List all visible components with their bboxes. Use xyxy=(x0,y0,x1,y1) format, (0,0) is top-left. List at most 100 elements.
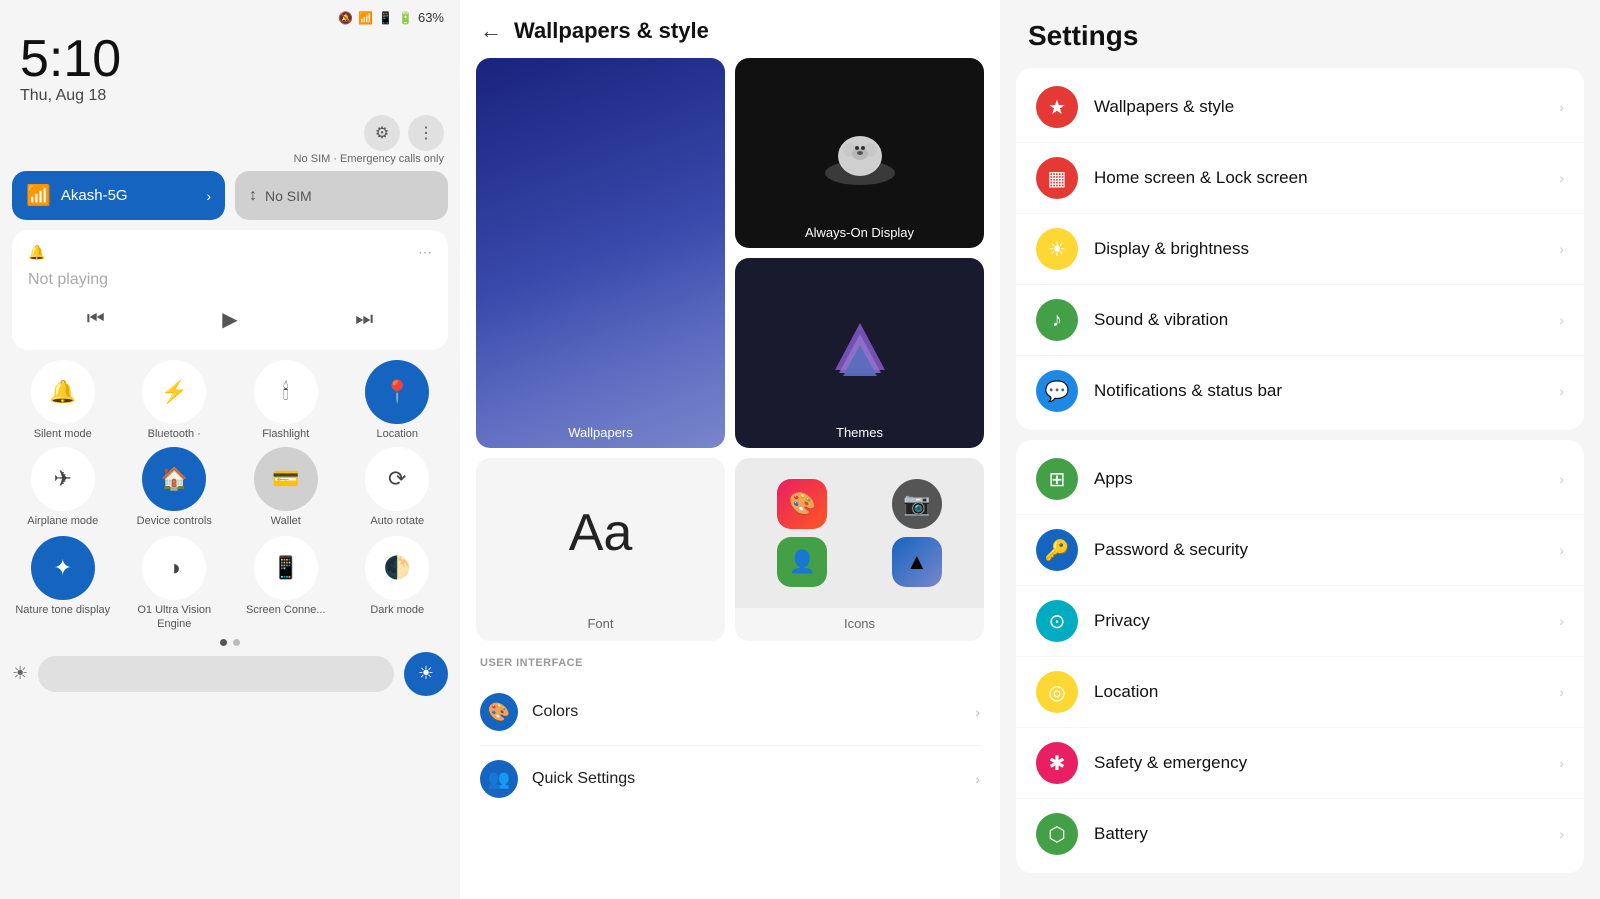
themes-card[interactable]: Themes xyxy=(735,258,984,448)
toggle-silent: 🔔 Silent mode xyxy=(10,360,116,441)
wallet-button[interactable]: 💳 xyxy=(254,447,318,511)
icons-card-label: Icons xyxy=(735,608,984,641)
settings-privacy-icon: ⊙ xyxy=(1036,600,1078,642)
brightness-low-icon: ☀ xyxy=(12,663,28,684)
settings-sound-item[interactable]: ♪ Sound & vibration › xyxy=(1016,285,1584,356)
brightness-row: ☀ ☀ xyxy=(12,652,448,696)
quicksettings-icon: 👥 xyxy=(480,760,518,798)
brightness-slider[interactable] xyxy=(38,656,394,692)
more-options-button[interactable]: ⋮ xyxy=(408,115,444,151)
toggle-device: 🏠 Device controls xyxy=(122,447,228,528)
media-play-button[interactable]: ▶ xyxy=(212,303,247,336)
colors-chevron-icon: › xyxy=(975,704,980,720)
user-interface-section: USER INTERFACE 🎨 Colors › 👥 Quick Settin… xyxy=(460,641,1000,820)
colors-icon-glyph: 🎨 xyxy=(488,702,510,723)
toggle-screenconn: 📱 Screen Conne... xyxy=(233,536,339,630)
naturetone-button[interactable]: ✦ xyxy=(31,536,95,600)
brightness-fill xyxy=(38,656,145,692)
brightness-settings-button[interactable]: ☀ xyxy=(404,652,448,696)
settings-battery-icon: ⬡ xyxy=(1036,813,1078,855)
darkmode-button[interactable]: 🌓 xyxy=(365,536,429,600)
sound-chevron-icon: › xyxy=(1559,312,1564,328)
settings-display-item[interactable]: ☀ Display & brightness › xyxy=(1016,214,1584,285)
bluetooth-label: Bluetooth · xyxy=(148,428,201,441)
settings-homescreen-item[interactable]: ▦ Home screen & Lock screen › xyxy=(1016,143,1584,214)
settings-privacy-label: Privacy xyxy=(1094,611,1559,631)
wallpapers-card[interactable]: Wallpapers xyxy=(476,58,725,448)
toggle-naturetone: ✦ Nature tone display xyxy=(10,536,116,630)
o1ultra-label: O1 Ultra Vision Engine xyxy=(122,604,228,630)
icons-card[interactable]: 🎨 📷 👤 ▲ Icons xyxy=(735,458,984,641)
dot-1 xyxy=(220,639,227,646)
sim-tile-label: No SIM xyxy=(265,188,312,204)
settings-privacy-item[interactable]: ⊙ Privacy › xyxy=(1016,586,1584,657)
quicksettings-item[interactable]: 👥 Quick Settings › xyxy=(480,746,980,812)
dot-2 xyxy=(233,639,240,646)
page-indicator xyxy=(0,639,460,646)
settings-sound-label: Sound & vibration xyxy=(1094,310,1559,330)
toggle-location: 📍 Location xyxy=(345,360,451,441)
location-button[interactable]: 📍 xyxy=(365,360,429,424)
media-device-icon: 🔔 xyxy=(28,244,45,261)
icon-app-1: 🎨 xyxy=(777,479,827,529)
homescreen-icon-glyph: ▦ xyxy=(1048,166,1067,191)
wallpaper-panel: ← Wallpapers & style Wallpapers xyxy=(460,0,1000,899)
aod-card-label: Always-On Display xyxy=(735,225,984,240)
apps-icon-glyph: ⊞ xyxy=(1049,467,1066,492)
wifi-tile-label: Akash-5G xyxy=(61,187,196,204)
silent-button[interactable]: 🔔 xyxy=(31,360,95,424)
settings-password-item[interactable]: 🔑 Password & security › xyxy=(1016,515,1584,586)
themes-illustration xyxy=(825,318,895,388)
clock-date: Thu, Aug 18 xyxy=(20,87,440,105)
o1ultra-button[interactable]: ◑ xyxy=(142,536,206,600)
device-controls-button[interactable]: 🏠 xyxy=(142,447,206,511)
icon-app-4: ▲ xyxy=(892,537,942,587)
settings-safety-label: Safety & emergency xyxy=(1094,753,1559,773)
settings-safety-item[interactable]: ✱ Safety & emergency › xyxy=(1016,728,1584,799)
toggle-wallet: 💳 Wallet xyxy=(233,447,339,528)
settings-location-icon: ◎ xyxy=(1036,671,1078,713)
settings-header: Settings xyxy=(1000,0,1600,68)
media-prev-button[interactable]: ⏮ xyxy=(77,304,115,335)
media-not-playing: Not playing xyxy=(28,271,432,289)
settings-card-1: ★ Wallpapers & style › ▦ Home screen & L… xyxy=(1016,68,1584,430)
toggle-flashlight: 🕯 Flashlight xyxy=(233,360,339,441)
sim-status-text: No SIM · Emergency calls only xyxy=(0,153,460,171)
settings-safety-icon: ✱ xyxy=(1036,742,1078,784)
settings-location-item[interactable]: ◎ Location › xyxy=(1016,657,1584,728)
settings-wallpapers-item[interactable]: ★ Wallpapers & style › xyxy=(1016,72,1584,143)
settings-sound-icon: ♪ xyxy=(1036,299,1078,341)
airplane-button[interactable]: ✈ xyxy=(31,447,95,511)
settings-wallpapers-icon: ★ xyxy=(1036,86,1078,128)
settings-display-icon: ☀ xyxy=(1036,228,1078,270)
password-chevron-icon: › xyxy=(1559,542,1564,558)
wifi-tile[interactable]: 📶 Akash-5G › xyxy=(12,171,225,220)
sim-tile[interactable]: ↕ No SIM xyxy=(235,171,448,220)
bluetooth-button[interactable]: ⚡ xyxy=(142,360,206,424)
settings-battery-item[interactable]: ⬡ Battery › xyxy=(1016,799,1584,869)
screenconn-label: Screen Conne... xyxy=(246,604,326,617)
autorotate-button[interactable]: ⟳ xyxy=(365,447,429,511)
display-chevron-icon: › xyxy=(1559,241,1564,257)
media-top-row: 🔔 ⋯ xyxy=(28,244,432,261)
icon-app-2: 📷 xyxy=(892,479,942,529)
clock-time: 5:10 xyxy=(20,33,440,85)
settings-notifications-item[interactable]: 💬 Notifications & status bar › xyxy=(1016,356,1584,426)
back-button[interactable]: ← xyxy=(480,18,502,44)
notifications-icon-glyph: 💬 xyxy=(1045,379,1070,404)
apps-chevron-icon: › xyxy=(1559,471,1564,487)
media-next-button[interactable]: ⏭ xyxy=(345,304,383,335)
screenconn-button[interactable]: 📱 xyxy=(254,536,318,600)
wifi-tile-icon: 📶 xyxy=(26,183,51,208)
flashlight-button[interactable]: 🕯 xyxy=(254,360,318,424)
toggle-airplane: ✈ Airplane mode xyxy=(10,447,116,528)
settings-apps-item[interactable]: ⊞ Apps › xyxy=(1016,444,1584,515)
font-card[interactable]: Aa Font xyxy=(476,458,725,641)
autorotate-label: Auto rotate xyxy=(370,515,424,528)
settings-notifications-label: Notifications & status bar xyxy=(1094,381,1559,401)
settings-homescreen-label: Home screen & Lock screen xyxy=(1094,168,1559,188)
settings-gear-button[interactable]: ⚙ xyxy=(364,115,400,151)
aod-card[interactable]: Always-On Display xyxy=(735,58,984,248)
colors-item[interactable]: 🎨 Colors › xyxy=(480,679,980,746)
wallet-label: Wallet xyxy=(271,515,301,528)
